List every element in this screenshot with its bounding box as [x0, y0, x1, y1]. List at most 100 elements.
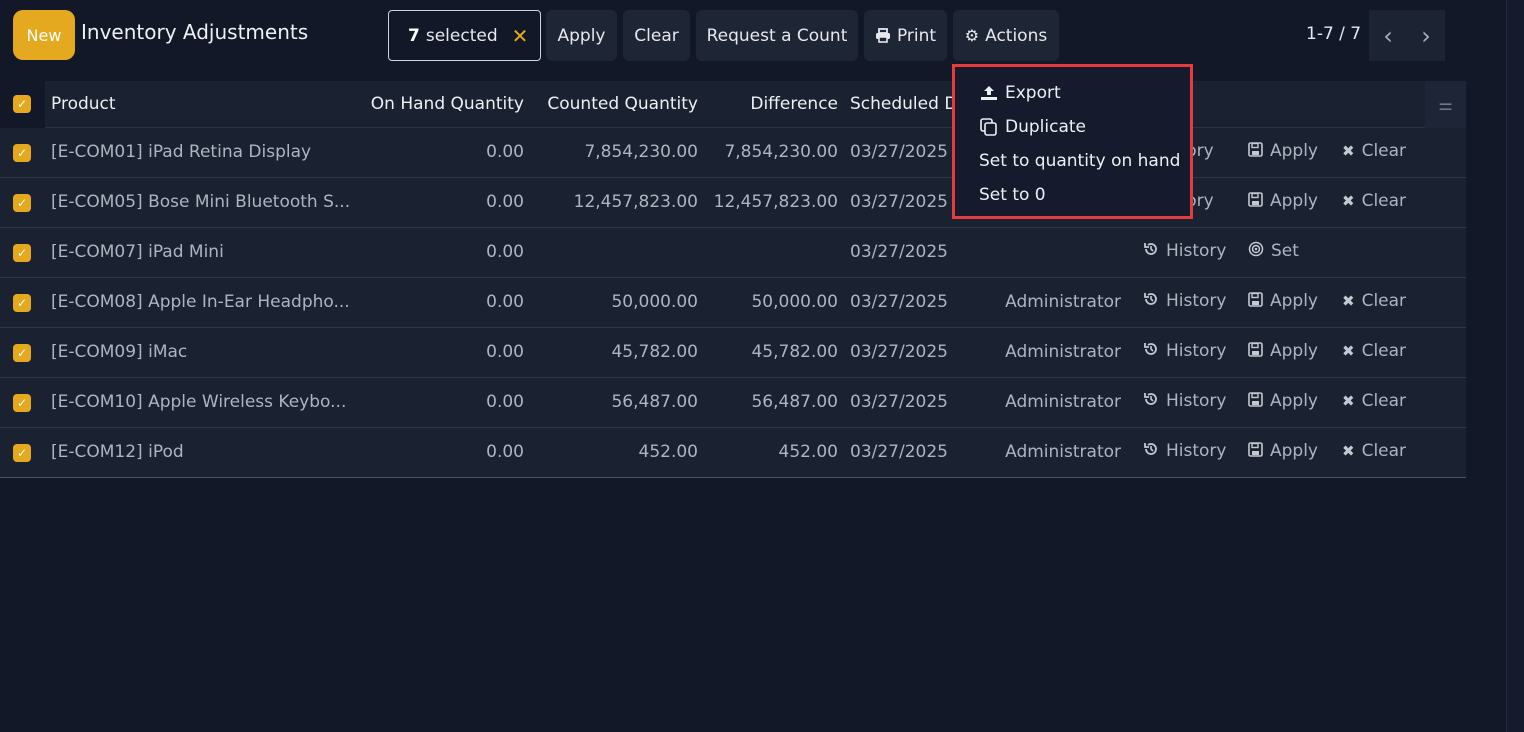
cell-scheduled-date[interactable]: 03/27/2025: [850, 342, 948, 362]
row-clear-button[interactable]: ✖ Clear: [1342, 191, 1406, 211]
row-checkbox[interactable]: ✓: [13, 244, 31, 262]
header-counted[interactable]: Counted Quantity: [534, 94, 698, 114]
cell-product[interactable]: [E-COM01] iPad Retina Display: [51, 142, 311, 162]
cell-user[interactable]: Administrator: [960, 442, 1121, 462]
cell-difference: 452.00: [778, 442, 838, 462]
table-row[interactable]: ✓ [E-COM07] iPad Mini 0.00 03/27/2025 Histor…: [0, 228, 1466, 278]
cell-scheduled-date[interactable]: 03/27/2025: [850, 392, 948, 412]
menu-item-set-to-zero[interactable]: Set to 0: [979, 185, 1046, 205]
cell-scheduled-date[interactable]: 03/27/2025: [850, 292, 948, 312]
history-button[interactable]: History: [1143, 441, 1226, 461]
table-row[interactable]: ✓ [E-COM12] iPod 0.00 452.00 452.00 03/27/202…: [0, 428, 1466, 478]
cell-product[interactable]: [E-COM09] iMac: [51, 342, 187, 362]
cell-scheduled-date[interactable]: 03/27/2025: [850, 192, 948, 212]
apply-button[interactable]: Apply: [546, 10, 617, 61]
table-row[interactable]: ✓ [E-COM09] iMac 0.00 45,782.00 45,782.00 03/…: [0, 328, 1466, 378]
cell-scheduled-date[interactable]: 03/27/2025: [850, 142, 948, 162]
history-button[interactable]: History: [1143, 391, 1226, 411]
header-product[interactable]: Product: [51, 94, 116, 114]
cell-product[interactable]: [E-COM05] Bose Mini Bluetooth S...: [51, 192, 350, 212]
cell-counted[interactable]: 50,000.00: [534, 292, 698, 312]
header-difference[interactable]: Difference: [708, 94, 838, 114]
row-checkbox[interactable]: ✓: [13, 394, 31, 412]
copy-icon: [980, 118, 997, 136]
clear-button[interactable]: Clear: [623, 10, 690, 61]
set-label: Set: [1271, 241, 1299, 261]
actions-dropdown-menu: Export Duplicate Set to quantity on hand…: [952, 64, 1193, 219]
apply-label: Apply: [1270, 191, 1318, 211]
history-label: History: [1166, 291, 1227, 311]
row-clear-button[interactable]: ✖ Clear: [1342, 341, 1406, 361]
cell-counted[interactable]: 12,457,823.00: [534, 192, 698, 212]
close-icon: ✖: [1342, 342, 1355, 360]
cell-product[interactable]: [E-COM08] Apple In-Ear Headpho...: [51, 292, 350, 312]
cell-on-hand[interactable]: 0.00: [360, 292, 524, 312]
cell-on-hand[interactable]: 0.00: [360, 442, 524, 462]
cell-counted[interactable]: 452.00: [534, 442, 698, 462]
menu-item-export[interactable]: Export: [979, 83, 1061, 103]
cell-product[interactable]: [E-COM10] Apple Wireless Keybo...: [51, 392, 346, 412]
cell-on-hand[interactable]: 0.00: [360, 192, 524, 212]
cell-counted[interactable]: 56,487.00: [534, 392, 698, 412]
select-all-checkbox[interactable]: ✓: [13, 95, 31, 113]
row-clear-button[interactable]: ✖ Clear: [1342, 391, 1406, 411]
optional-columns-toggle[interactable]: ⚌: [1425, 81, 1466, 128]
cell-product[interactable]: [E-COM12] iPod: [51, 442, 184, 462]
history-label: History: [1166, 241, 1227, 261]
row-checkbox[interactable]: ✓: [13, 144, 31, 162]
cell-counted[interactable]: 45,782.00: [534, 342, 698, 362]
unselect-all-icon[interactable]: ✕: [512, 24, 529, 48]
header-scheduled-date[interactable]: Scheduled D: [850, 94, 957, 114]
new-button[interactable]: New: [13, 10, 75, 60]
cell-product[interactable]: [E-COM07] iPad Mini: [51, 242, 224, 262]
clear-label: Clear: [1361, 141, 1407, 161]
save-icon: [1248, 191, 1263, 211]
cell-on-hand[interactable]: 0.00: [360, 142, 524, 162]
row-apply-button[interactable]: Apply: [1248, 291, 1318, 311]
history-icon: [1143, 291, 1159, 311]
cell-user[interactable]: Administrator: [960, 392, 1121, 412]
row-apply-button[interactable]: Apply: [1248, 441, 1318, 461]
cell-counted[interactable]: 7,854,230.00: [534, 142, 698, 162]
cell-scheduled-date[interactable]: 03/27/2025: [850, 242, 948, 262]
row-clear-button[interactable]: ✖ Clear: [1342, 141, 1406, 161]
pager-next-button[interactable]: ›: [1407, 10, 1445, 61]
row-checkbox[interactable]: ✓: [13, 344, 31, 362]
row-checkbox[interactable]: ✓: [13, 194, 31, 212]
row-apply-button[interactable]: Apply: [1248, 341, 1318, 361]
cell-difference: 56,487.00: [751, 392, 838, 412]
history-button[interactable]: History: [1143, 241, 1226, 261]
table-row[interactable]: ✓ [E-COM08] Apple In-Ear Headpho... 0.00 50…: [0, 278, 1466, 328]
row-apply-button[interactable]: Apply: [1248, 191, 1318, 211]
history-button[interactable]: History: [1143, 291, 1226, 311]
actions-button[interactable]: ⚙ Actions: [953, 10, 1059, 61]
row-checkbox[interactable]: ✓: [13, 294, 31, 312]
table-row[interactable]: ✓ [E-COM10] Apple Wireless Keybo... 0.00 56…: [0, 378, 1466, 428]
export-label: Export: [1005, 83, 1061, 103]
history-button[interactable]: History: [1143, 341, 1226, 361]
row-clear-button[interactable]: ✖ Clear: [1342, 291, 1406, 311]
menu-item-duplicate[interactable]: Duplicate: [979, 117, 1086, 137]
history-icon: [1143, 391, 1159, 411]
table-row[interactable]: ✓ [E-COM01] iPad Retina Display 0.00 7,854,…: [0, 128, 1466, 178]
cell-on-hand[interactable]: 0.00: [360, 392, 524, 412]
set-button[interactable]: Set: [1248, 241, 1299, 261]
save-icon: [1248, 441, 1263, 461]
row-clear-button[interactable]: ✖ Clear: [1342, 441, 1406, 461]
cell-scheduled-date[interactable]: 03/27/2025: [850, 442, 948, 462]
header-on-hand[interactable]: On Hand Quantity: [360, 94, 524, 114]
request-count-button[interactable]: Request a Count: [696, 10, 858, 61]
row-checkbox[interactable]: ✓: [13, 444, 31, 462]
menu-item-set-quantity-on-hand[interactable]: Set to quantity on hand: [979, 151, 1180, 171]
cell-user[interactable]: Administrator: [960, 342, 1121, 362]
print-button[interactable]: Print: [864, 10, 947, 61]
row-apply-button[interactable]: Apply: [1248, 391, 1318, 411]
pager-value[interactable]: 1-7 / 7: [1306, 24, 1361, 44]
cell-on-hand[interactable]: 0.00: [360, 342, 524, 362]
cell-on-hand[interactable]: 0.00: [360, 242, 524, 262]
pager-previous-button[interactable]: ‹: [1369, 10, 1407, 61]
cell-user[interactable]: Administrator: [960, 292, 1121, 312]
apply-label: Apply: [1270, 441, 1318, 461]
table-row[interactable]: ✓ [E-COM05] Bose Mini Bluetooth S... 0.00 1…: [0, 178, 1466, 228]
row-apply-button[interactable]: Apply: [1248, 141, 1318, 161]
